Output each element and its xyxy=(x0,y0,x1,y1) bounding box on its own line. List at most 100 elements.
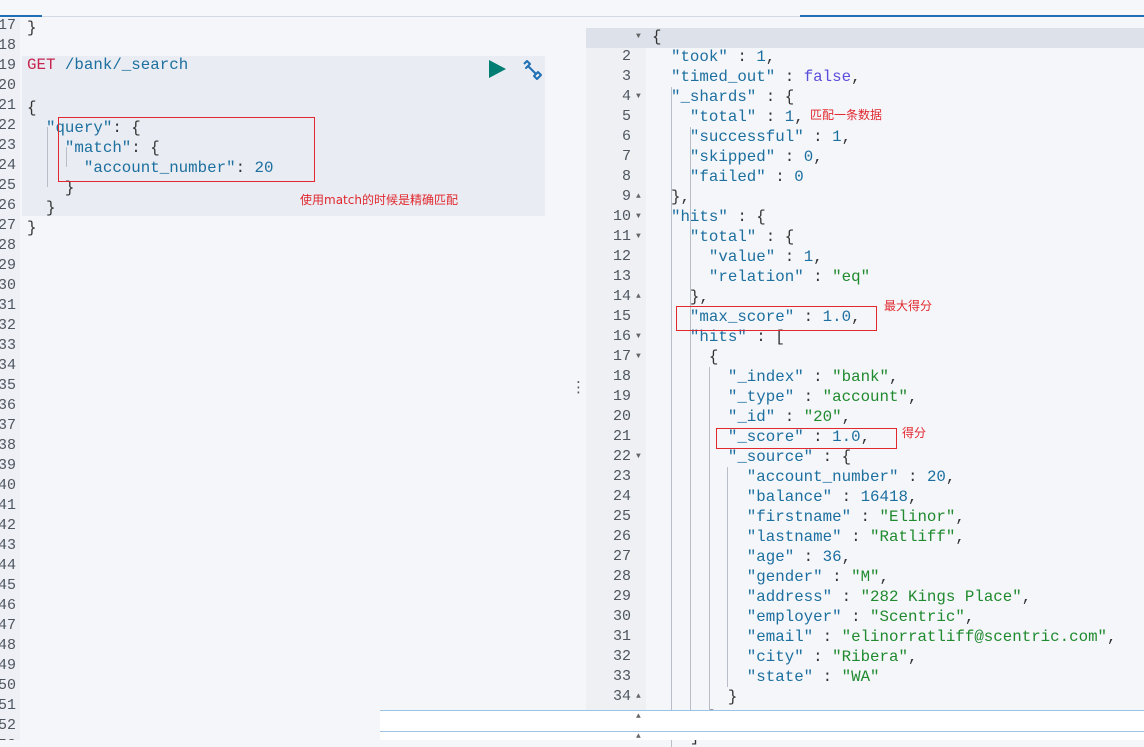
line-number: 24 xyxy=(0,157,16,174)
line-number: 2 xyxy=(621,48,631,65)
line-number: 38 xyxy=(0,437,16,454)
indent-guide xyxy=(47,127,48,187)
line-number: 33 xyxy=(612,668,631,685)
line-number: 22 xyxy=(612,448,631,465)
line-number: 44 xyxy=(0,557,16,574)
fold-toggle[interactable]: ▲ xyxy=(636,707,641,727)
line-number: 51 xyxy=(0,697,16,714)
line-number: 43 xyxy=(0,537,16,554)
line-number: 14 xyxy=(612,288,631,305)
fold-toggle[interactable]: ▼ xyxy=(636,87,641,107)
tab-indicator-right xyxy=(800,15,1144,17)
line-number: 15 xyxy=(612,308,631,325)
response-code-line: "_id" : "20", xyxy=(727,408,852,426)
line-number: 10 xyxy=(612,208,631,225)
score-note: 得分 xyxy=(902,426,927,440)
line-number: 6 xyxy=(621,128,631,145)
line-number: 36 xyxy=(0,397,16,414)
line-number: 34 xyxy=(0,357,16,374)
line-number: 30 xyxy=(612,608,631,625)
line-number: 49 xyxy=(0,657,16,674)
fold-toggle[interactable]: ▼ xyxy=(636,447,641,467)
response-code-line: "city" : "Ribera", xyxy=(746,648,918,666)
line-number: 22 xyxy=(0,117,16,134)
fold-toggle[interactable]: ▼ xyxy=(636,27,641,47)
response-code-line: "total" : { xyxy=(689,228,795,246)
line-number: 17 xyxy=(0,18,16,34)
line-number: 26 xyxy=(0,197,16,214)
response-code-line: "_type" : "account", xyxy=(727,388,918,406)
line-number: 16 xyxy=(612,328,631,345)
line-number: 52 xyxy=(0,717,16,734)
request-code-line: } xyxy=(27,19,37,37)
panel-resizer[interactable]: ⋮ xyxy=(567,18,586,740)
line-number: 32 xyxy=(0,317,16,334)
request-code-line: } xyxy=(27,199,56,217)
fold-toggle[interactable]: ▲ xyxy=(636,187,641,207)
response-code-line: "balance" : 16418, xyxy=(746,488,918,506)
fold-toggle[interactable]: ▼ xyxy=(636,327,641,347)
line-number: 45 xyxy=(0,577,16,594)
response-code-line: "hits" : { xyxy=(670,208,766,226)
max-score-highlight-box xyxy=(676,306,877,331)
active-line-highlight xyxy=(586,28,1144,48)
line-number: 21 xyxy=(0,97,16,114)
line-number: 53 xyxy=(0,736,16,740)
response-code-line: "email" : "elinorratliff@scentric.com", xyxy=(746,628,1117,646)
line-number: 42 xyxy=(0,517,16,534)
line-number: 19 xyxy=(612,388,631,405)
request-gutter: 17 18 19 20 21 22 23 24 25 26 27 28 29 30 31 32 33 34 35 36… xyxy=(0,18,20,740)
line-number: 27 xyxy=(612,548,631,565)
response-code-line: "employer" : "Scentric", xyxy=(746,608,975,626)
response-code-line: "timed_out" : false, xyxy=(670,68,861,86)
line-number: 12 xyxy=(612,248,631,265)
line-number: 27 xyxy=(0,217,16,234)
response-gutter: 1234567891011121314151617181920212223242… xyxy=(586,28,646,745)
line-number: 5 xyxy=(621,108,631,125)
fold-toggle[interactable]: ▲ xyxy=(636,727,641,747)
line-number: 48 xyxy=(0,637,16,654)
total-note: 匹配一条数据 xyxy=(810,108,883,122)
response-code-line: "address" : "282 Kings Place", xyxy=(746,588,1032,606)
line-number: 18 xyxy=(612,368,631,385)
response-code-line: "age" : 36, xyxy=(746,548,852,566)
run-button[interactable] xyxy=(489,60,506,78)
active-tab-indicator[interactable] xyxy=(0,15,42,17)
line-number: 23 xyxy=(0,137,16,154)
line-number: 7 xyxy=(621,148,631,165)
fold-toggle[interactable]: ▲ xyxy=(636,687,641,707)
request-code-line: } xyxy=(27,219,37,237)
response-code-line: "relation" : "eq" xyxy=(708,268,871,286)
response-code-line: { xyxy=(652,28,662,46)
line-number: 28 xyxy=(0,237,16,254)
line-number: 21 xyxy=(612,428,631,445)
line-number: 19 xyxy=(0,57,16,74)
line-number: 8 xyxy=(621,168,631,185)
wrench-icon[interactable] xyxy=(520,58,544,82)
line-number: 20 xyxy=(0,77,16,94)
line-number: 47 xyxy=(0,617,16,634)
line-number: 37 xyxy=(0,417,16,434)
response-code-line: "_index" : "bank", xyxy=(727,368,899,386)
line-number: 46 xyxy=(0,597,16,614)
line-number: 33 xyxy=(0,337,16,354)
response-code-line: "state" : "WA" xyxy=(746,668,880,686)
line-number: 3 xyxy=(621,68,631,85)
line-number: 29 xyxy=(0,257,16,274)
fold-toggle[interactable]: ▼ xyxy=(636,227,641,247)
fold-toggle[interactable]: ▲ xyxy=(636,287,641,307)
line-number: 13 xyxy=(612,268,631,285)
response-code-line: "gender" : "M", xyxy=(746,568,890,586)
response-code-line: "successful" : 1, xyxy=(689,128,852,146)
response-code-line: "total" : 1, xyxy=(689,108,804,126)
match-note: 使用match的时候是精确匹配 xyxy=(300,193,458,207)
line-number: 18 xyxy=(0,37,16,54)
fold-toggle[interactable]: ▼ xyxy=(636,207,641,227)
line-number: 23 xyxy=(612,468,631,485)
fold-toggle[interactable]: ▼ xyxy=(636,347,641,367)
line-number: 26 xyxy=(612,528,631,545)
line-number: 25 xyxy=(612,508,631,525)
response-code-line: }, xyxy=(652,288,709,306)
line-number: 20 xyxy=(612,408,631,425)
response-code-line: "lastname" : "Ratliff", xyxy=(746,528,965,546)
